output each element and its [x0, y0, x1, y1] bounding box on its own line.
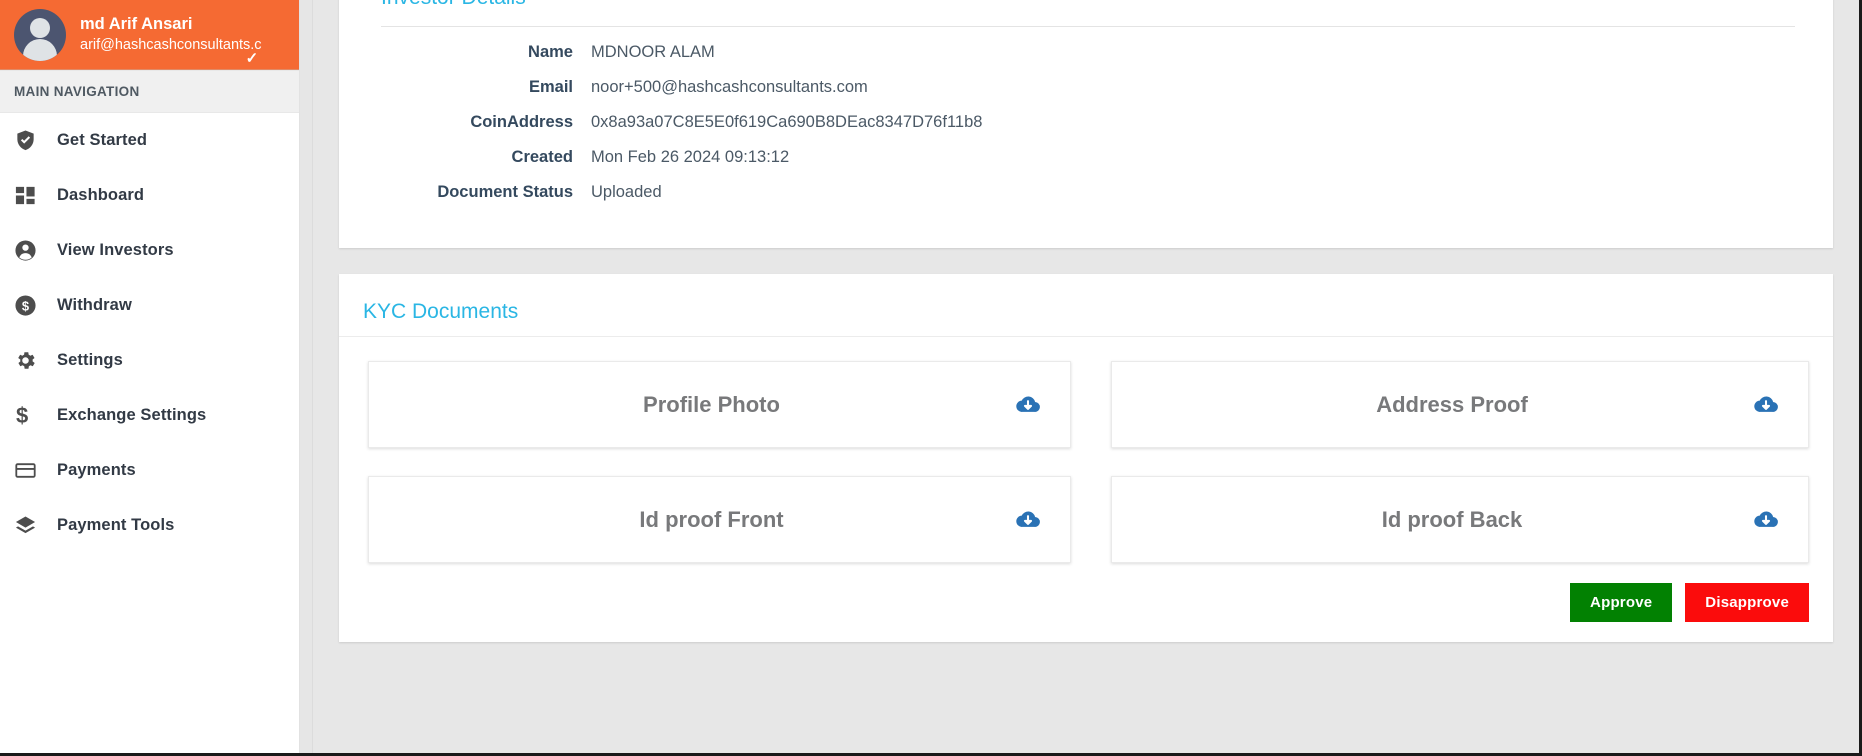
doc-cell: Id proof Front [363, 476, 1086, 563]
sidebar-item-label: Settings [57, 351, 123, 369]
detail-label: Email [528, 78, 573, 96]
user-email: arif@hashcashconsultants.c [80, 36, 262, 53]
sidebar-item-payments[interactable]: Payments [0, 443, 299, 498]
chevron-down-icon[interactable]: ✓ [246, 50, 259, 69]
sidebar-scrollbar[interactable] [300, 0, 313, 753]
sidebar-item-label: Exchange Settings [57, 406, 207, 424]
layers-icon [14, 514, 44, 537]
kyc-documents-card: KYC Documents Profile Photo Address Proo… [339, 274, 1833, 642]
detail-label: Created [511, 148, 573, 166]
credit-card-icon [14, 459, 44, 482]
sidebar-item-settings[interactable]: Settings [0, 333, 299, 388]
cloud-download-icon[interactable] [1014, 391, 1042, 419]
document-label: Profile Photo [643, 391, 780, 417]
detail-row-email: Email noor+500@hashcashconsultants.com [363, 78, 1809, 97]
detail-row-document-status: Document Status Uploaded [363, 183, 1809, 202]
detail-row-name: Name MDNOOR ALAM [363, 43, 1809, 62]
svg-text:$: $ [22, 298, 29, 313]
sidebar-item-exchange-settings[interactable]: $ Exchange Settings [0, 388, 299, 443]
main-content: Investor Details Name MDNOOR ALAM Email … [313, 0, 1859, 753]
nav-list: Get Started Dashboard View Investors $ W… [0, 113, 299, 553]
sidebar-item-dashboard[interactable]: Dashboard [0, 168, 299, 223]
sidebar-item-label: Withdraw [57, 296, 132, 314]
detail-value: Uploaded [591, 183, 662, 201]
document-card-profile-photo[interactable]: Profile Photo [368, 361, 1071, 448]
sidebar-item-label: Dashboard [57, 186, 145, 204]
sidebar-item-label: View Investors [57, 241, 174, 259]
investor-details-card: Investor Details Name MDNOOR ALAM Email … [339, 0, 1833, 248]
dashboard-grid-icon [14, 184, 44, 207]
document-label: Id proof Front [639, 506, 784, 532]
kyc-documents-title: KYC Documents [363, 300, 519, 323]
kyc-action-bar: Approve Disapprove [1570, 583, 1809, 622]
document-card-id-proof-back[interactable]: Id proof Back [1111, 476, 1809, 563]
doc-cell: Address Proof [1086, 361, 1809, 448]
detail-value: Mon Feb 26 2024 09:13:12 [591, 148, 790, 166]
app-window: md Arif Ansari arif@hashcashconsultants.… [0, 0, 1862, 756]
nav-section-header: MAIN NAVIGATION [0, 70, 299, 113]
shield-check-icon [14, 129, 44, 152]
detail-label: Document Status [437, 183, 573, 201]
detail-value: 0x8a93a07C8E5E0f619Ca690B8DEac8347D76f11… [591, 113, 983, 131]
investor-details-title: Investor Details [363, 0, 1809, 26]
user-name: md Arif Ansari [80, 15, 193, 34]
doc-cell: Id proof Back [1086, 476, 1809, 563]
investor-details-rows: Name MDNOOR ALAM Email noor+500@hashcash… [363, 27, 1809, 202]
sidebar-item-get-started[interactable]: Get Started [0, 113, 299, 168]
sidebar-item-withdraw[interactable]: $ Withdraw [0, 278, 299, 333]
cloud-download-icon[interactable] [1014, 506, 1042, 534]
dollar-sign-icon: $ [16, 402, 29, 428]
document-card-id-proof-front[interactable]: Id proof Front [368, 476, 1071, 563]
cloud-download-icon[interactable] [1752, 506, 1780, 534]
detail-label: CoinAddress [470, 113, 573, 131]
disapprove-button[interactable]: Disapprove [1685, 583, 1809, 622]
approve-button[interactable]: Approve [1570, 583, 1673, 622]
document-label: Address Proof [1376, 391, 1528, 417]
cloud-download-icon[interactable] [1752, 391, 1780, 419]
kyc-document-grid: Profile Photo Address Proof Id proof Fro… [363, 337, 1809, 591]
detail-value: MDNOOR ALAM [591, 43, 715, 61]
sidebar: md Arif Ansari arif@hashcashconsultants.… [0, 0, 300, 753]
sidebar-item-label: Payment Tools [57, 516, 175, 534]
user-avatar-icon [14, 8, 66, 61]
doc-cell: Profile Photo [363, 361, 1086, 448]
detail-row-created: Created Mon Feb 26 2024 09:13:12 [363, 148, 1809, 167]
document-label: Id proof Back [1381, 506, 1523, 532]
sidebar-item-label: Get Started [57, 131, 148, 149]
detail-value: noor+500@hashcashconsultants.com [591, 78, 868, 96]
dollar-circle-icon: $ [14, 294, 44, 317]
user-circle-icon [14, 239, 44, 262]
user-panel[interactable]: md Arif Ansari arif@hashcashconsultants.… [0, 0, 299, 70]
sidebar-item-payment-tools[interactable]: Payment Tools [0, 498, 299, 553]
gear-icon [14, 349, 44, 372]
section-gap [313, 248, 1859, 274]
user-info: md Arif Ansari arif@hashcashconsultants.… [80, 14, 262, 67]
detail-label: Name [528, 43, 573, 61]
sidebar-item-view-investors[interactable]: View Investors [0, 223, 299, 278]
detail-row-coinaddress: CoinAddress 0x8a93a07C8E5E0f619Ca690B8DE… [363, 113, 1809, 132]
sidebar-item-label: Payments [57, 461, 136, 479]
document-card-address-proof[interactable]: Address Proof [1111, 361, 1809, 448]
